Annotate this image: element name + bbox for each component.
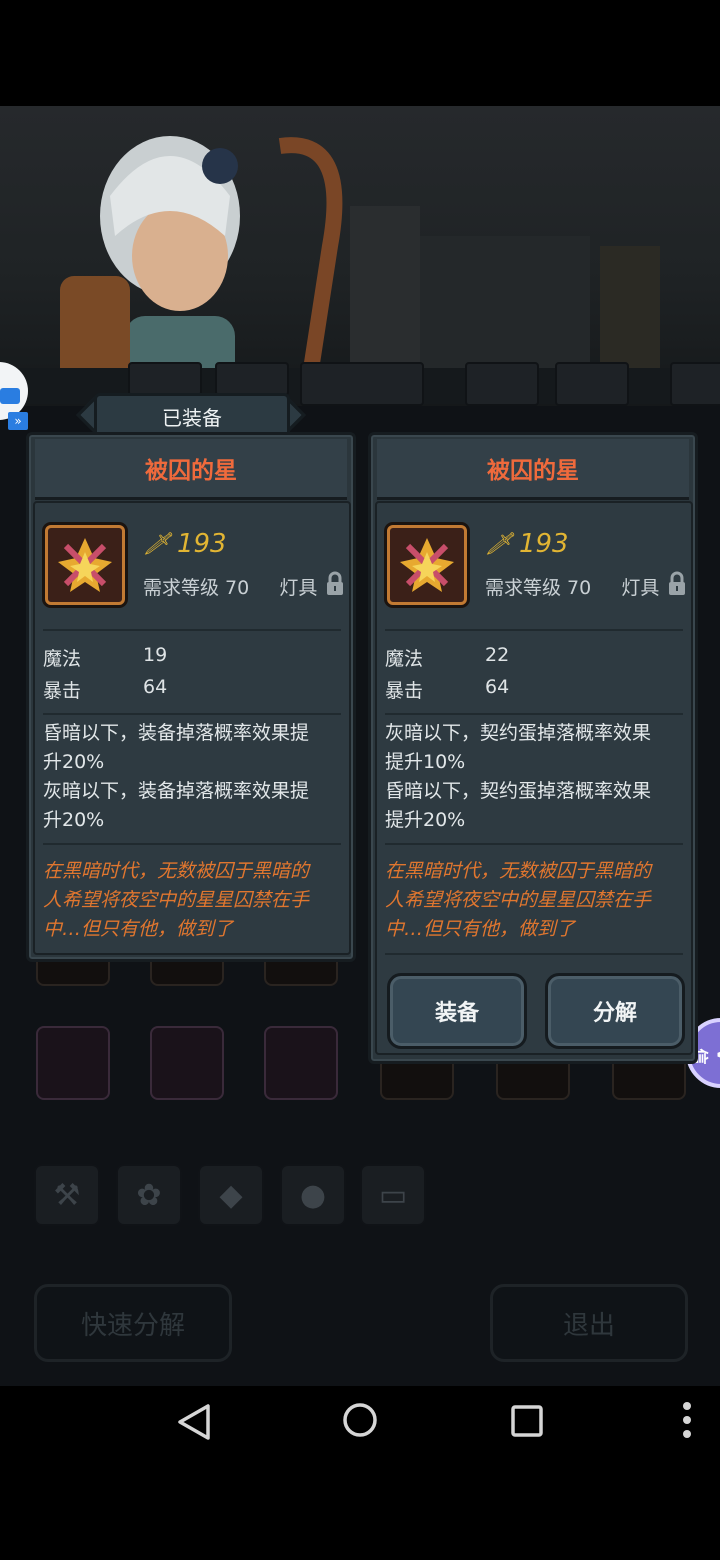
divider — [43, 843, 341, 845]
divider — [43, 713, 341, 715]
required-level: 需求等级 70 — [485, 577, 592, 599]
item-title: 被囚的星 — [35, 439, 347, 500]
item-requirement: 需求等级 70 灯具 — [143, 573, 317, 600]
equipped-tag: 已装备 — [76, 393, 306, 439]
stat-label: 魔法 — [385, 648, 424, 670]
system-navigation-bar — [0, 1386, 720, 1560]
shelf-block — [215, 362, 289, 396]
divider — [43, 629, 341, 631]
category-gem-button[interactable]: ◆ — [198, 1164, 264, 1226]
effect-line: 昏暗以下，装备掉落概率效果提 — [43, 722, 310, 744]
hunter-character-art — [60, 136, 343, 396]
item-power: 🗡 193 — [485, 529, 569, 559]
divider — [385, 953, 683, 955]
item-star-icon — [387, 525, 467, 605]
quick-decompose-button[interactable]: 快速分解 — [34, 1284, 232, 1362]
lore-line: 中…但只有他，做到了 — [43, 918, 234, 940]
chat-icon — [0, 388, 20, 404]
lore-line: 人希望将夜空中的星星囚禁在手 — [43, 889, 310, 911]
category-material-button[interactable]: ● — [280, 1164, 346, 1226]
effect-line: 灰暗以下，装备掉落概率效果提 — [43, 780, 310, 802]
effect-line: 灰暗以下，契约蛋掉落概率效果 — [385, 722, 652, 744]
shelf-block — [555, 362, 629, 406]
item-star-icon — [45, 525, 125, 605]
lore-line: 在黑暗时代，无数被囚于黑暗的 — [43, 860, 310, 882]
stat-value: 19 — [143, 644, 168, 666]
item-slot-type: 灯具 — [279, 577, 318, 599]
effect-line: 升20% — [43, 751, 105, 773]
shelf-block — [670, 362, 720, 406]
item-detail-body: 🗡 193 需求等级 70 灯具 魔法 22 暴击 64 灰暗以下，契约蛋掉落概… — [375, 501, 693, 1055]
broom — [600, 246, 660, 376]
stat-value: 22 — [485, 644, 510, 666]
lock-icon[interactable] — [667, 571, 687, 597]
lore-line: 在黑暗时代，无数被囚于黑暗的 — [385, 860, 652, 882]
power-value: 193 — [176, 529, 227, 559]
equipped-item-card: 被囚的星 🗡 193 需求等级 70 灯具 魔法 19 暴击 64 昏暗以下，装 — [26, 432, 356, 962]
category-pet-button[interactable]: ✿ — [116, 1164, 182, 1226]
effect-line: 升20% — [43, 809, 105, 831]
shelf-block — [465, 362, 539, 406]
inventory-slot[interactable] — [36, 1026, 110, 1100]
stat-value: 64 — [485, 676, 510, 698]
stat-label: 暴击 — [43, 680, 82, 702]
effect-line: 提升20% — [385, 809, 466, 831]
item-lore: 在黑暗时代，无数被囚于黑暗的 人希望将夜空中的星星囚禁在手 中…但只有他，做到了 — [43, 857, 345, 944]
item-effects: 灰暗以下，契约蛋掉落概率效果 提升10% 昏暗以下，契约蛋掉落概率效果 提升20… — [385, 719, 687, 835]
exit-button[interactable]: 退出 — [490, 1284, 688, 1362]
divider — [385, 843, 683, 845]
effect-line: 提升10% — [385, 751, 466, 773]
stat-label: 魔法 — [43, 648, 82, 670]
sword-power-icon: 🗡 — [143, 531, 171, 557]
category-weapon-button[interactable]: ⚒ — [34, 1164, 100, 1226]
equip-button[interactable]: 装备 — [387, 973, 527, 1049]
stat-value: 64 — [143, 676, 168, 698]
required-level: 需求等级 70 — [143, 577, 250, 599]
circle-home-icon[interactable] — [342, 1402, 378, 1438]
power-value: 193 — [518, 529, 569, 559]
item-power: 🗡 193 — [143, 529, 227, 559]
decompose-button[interactable]: 分解 — [545, 973, 685, 1049]
lore-line: 中…但只有他，做到了 — [385, 918, 576, 940]
square-recent-icon[interactable] — [510, 1404, 544, 1438]
lock-icon[interactable] — [325, 571, 345, 597]
item-lore: 在黑暗时代，无数被囚于黑暗的 人希望将夜空中的星星囚禁在手 中…但只有他，做到了 — [385, 857, 687, 944]
stat-label: 暴击 — [385, 680, 424, 702]
inventory-slot[interactable] — [264, 1026, 338, 1100]
divider — [385, 713, 683, 715]
shelf-block — [300, 362, 424, 406]
item-detail-body: 🗡 193 需求等级 70 灯具 魔法 19 暴击 64 昏暗以下，装备掉落概率… — [33, 501, 351, 955]
vertical-dots-icon[interactable] — [680, 1400, 694, 1440]
item-title: 被囚的星 — [377, 439, 689, 500]
compare-item-card: 被囚的星 🗡 193 需求等级 70 灯具 魔法 22 暴击 64 灰暗以下，契 — [368, 432, 698, 1064]
item-slot-type: 灯具 — [621, 577, 660, 599]
item-effects: 昏暗以下，装备掉落概率效果提 升20% 灰暗以下，装备掉落概率效果提 升20% — [43, 719, 345, 835]
fast-forward-icon[interactable]: » — [8, 412, 28, 430]
category-chest-button[interactable]: ▭ — [360, 1164, 426, 1226]
lore-line: 人希望将夜空中的星星囚禁在手 — [385, 889, 652, 911]
sword-power-icon: 🗡 — [485, 531, 513, 557]
wooden-post — [350, 206, 420, 376]
triangle-back-icon[interactable] — [176, 1404, 212, 1440]
divider — [385, 629, 683, 631]
shelf-block — [128, 362, 202, 396]
item-requirement: 需求等级 70 灯具 — [485, 573, 659, 600]
inventory-slot[interactable] — [150, 1026, 224, 1100]
effect-line: 昏暗以下，契约蛋掉落概率效果 — [385, 780, 652, 802]
